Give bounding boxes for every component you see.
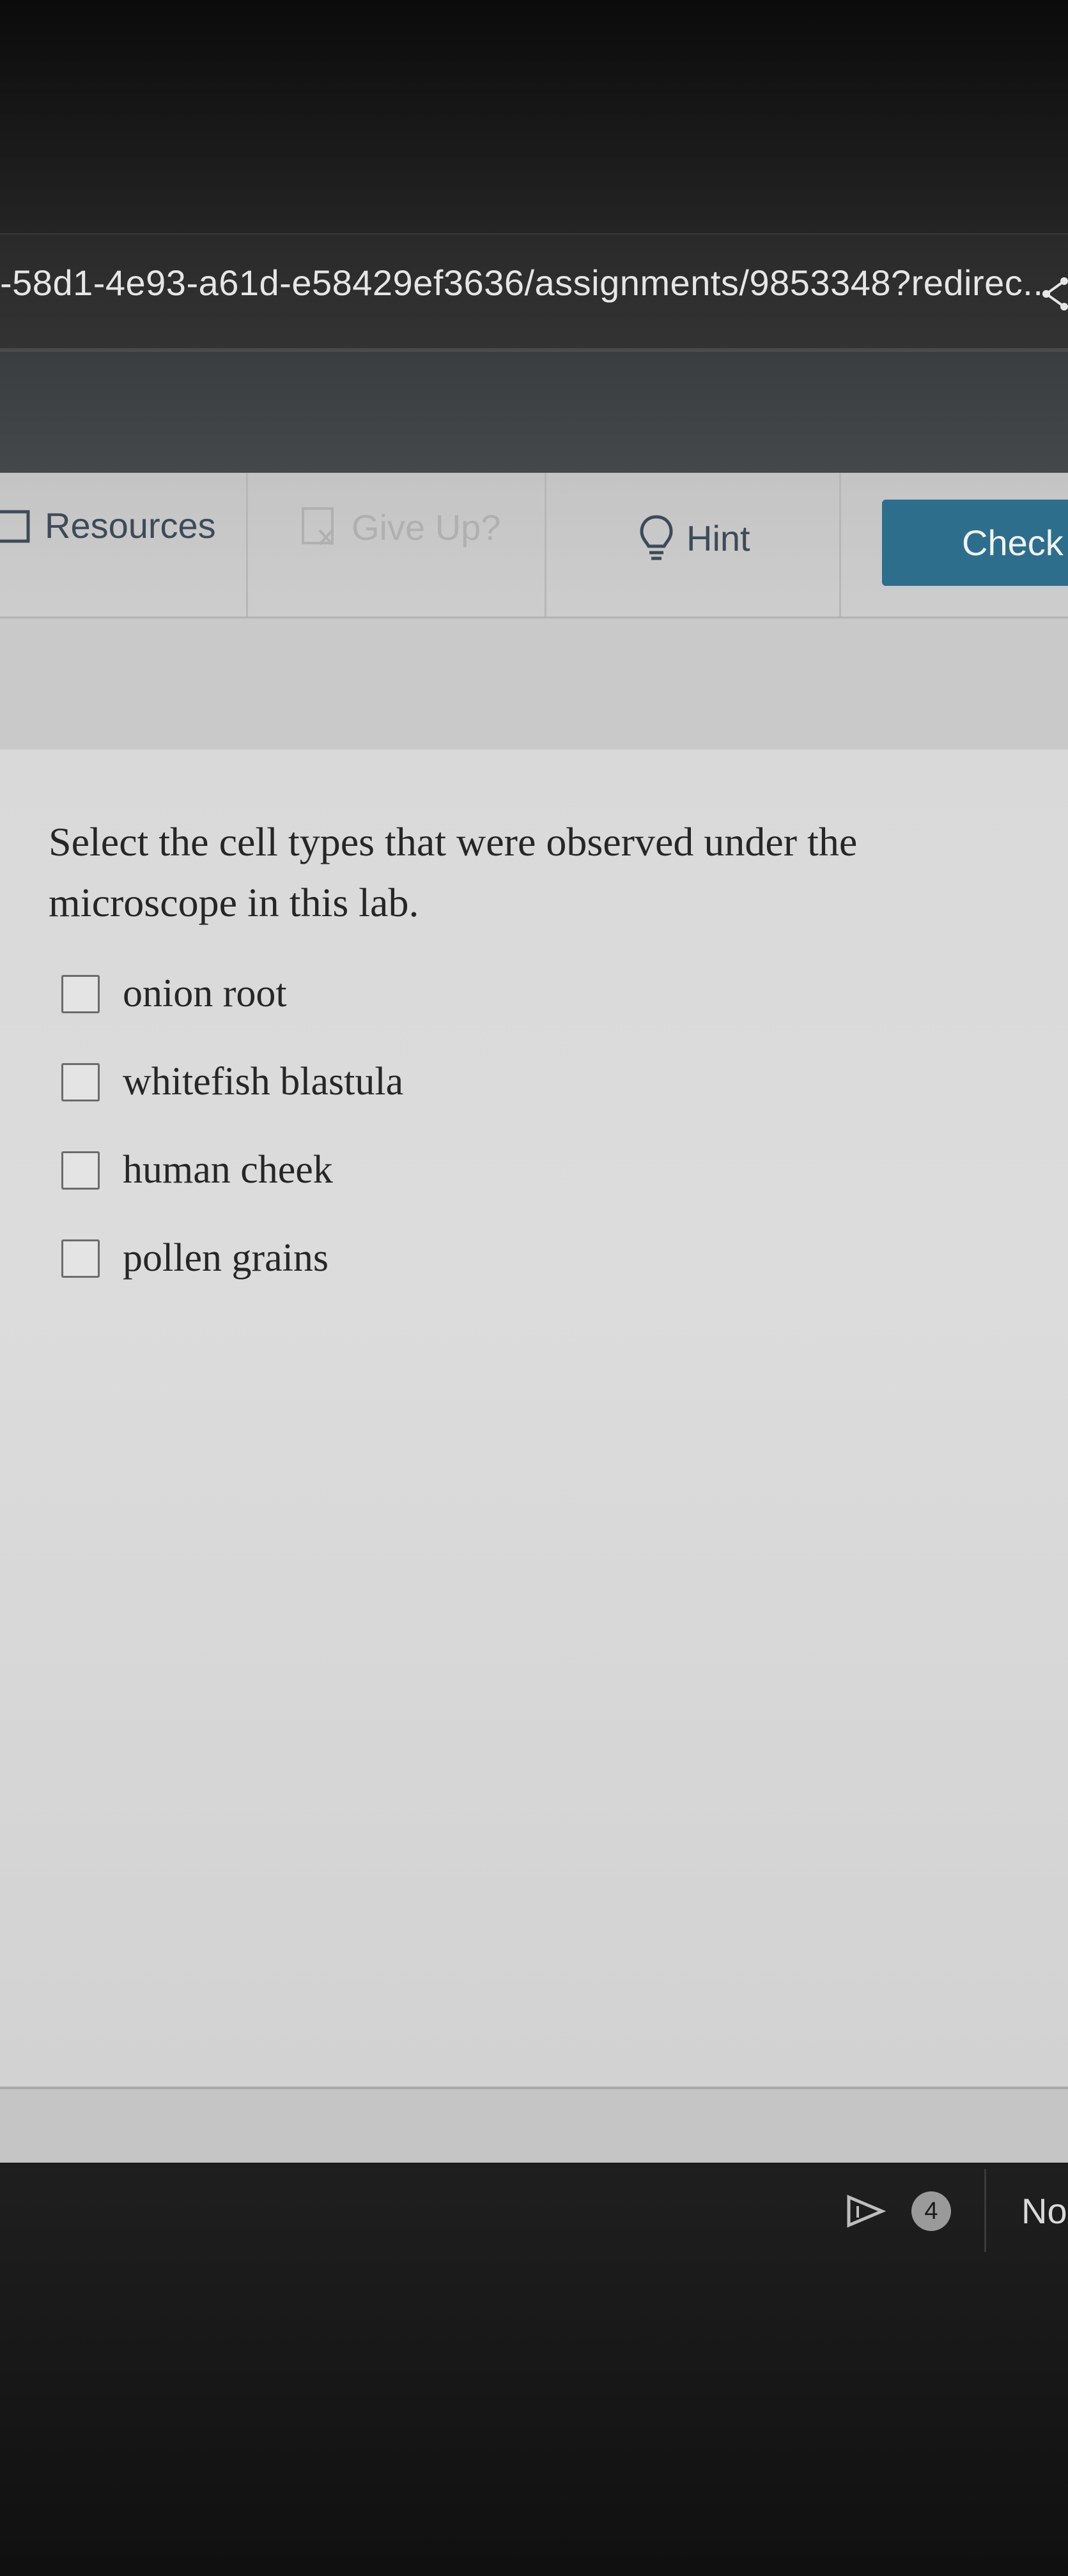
- option-label: onion root: [123, 972, 287, 1015]
- check-label: Check: [962, 523, 1064, 563]
- option-label: pollen grains: [123, 1236, 329, 1280]
- screen: -58d1-4e93-a61d-e58429ef3636/assignments…: [0, 0, 1068, 2576]
- browser-url-text[interactable]: -58d1-4e93-a61d-e58429ef3636/assignments…: [0, 262, 1053, 303]
- option-label: human cheek: [123, 1148, 333, 1192]
- give-up-button[interactable]: Give Up?: [300, 505, 500, 549]
- question-header-band: [0, 618, 1068, 749]
- play-arrow-icon: [847, 2195, 886, 2228]
- toolbar-divider: [246, 473, 248, 617]
- option-onion-root[interactable]: onion root: [61, 971, 287, 1016]
- option-checkbox[interactable]: [61, 1151, 100, 1190]
- option-whitefish-blastula[interactable]: whitefish blastula: [61, 1059, 403, 1105]
- check-answer-button[interactable]: Check: [882, 500, 1068, 586]
- give-up-label: Give Up?: [352, 507, 501, 548]
- option-pollen-grains[interactable]: pollen grains: [61, 1236, 329, 1281]
- lightbulb-icon: [640, 515, 673, 560]
- resources-icon: [0, 510, 30, 542]
- option-checkbox[interactable]: [61, 1062, 100, 1101]
- option-label: whitefish blastula: [123, 1060, 404, 1103]
- option-human-cheek[interactable]: human cheek: [61, 1147, 333, 1193]
- option-checkbox[interactable]: [61, 1239, 100, 1278]
- hint-button[interactable]: Hint: [639, 514, 750, 562]
- question-prompt: Select the cell types that were observed…: [49, 819, 858, 925]
- hint-label: Hint: [686, 518, 750, 558]
- share-icon[interactable]: [1039, 275, 1068, 313]
- option-checkbox[interactable]: [61, 974, 100, 1013]
- resources-button[interactable]: Resources: [0, 505, 216, 546]
- toolbar-divider: [839, 473, 841, 617]
- bottom-divider: [984, 2169, 986, 2252]
- give-up-icon: [302, 507, 334, 546]
- toolbar-divider: [545, 473, 546, 617]
- resources-label: Resources: [45, 505, 216, 546]
- question-panel: [0, 749, 1068, 2088]
- panel-footer: [0, 2089, 1068, 2163]
- attempts-badge: 4: [911, 2191, 951, 2231]
- next-button[interactable]: No: [1021, 2190, 1067, 2232]
- attempts-indicator[interactable]: 4: [844, 2191, 951, 2231]
- header-band: [0, 352, 1068, 473]
